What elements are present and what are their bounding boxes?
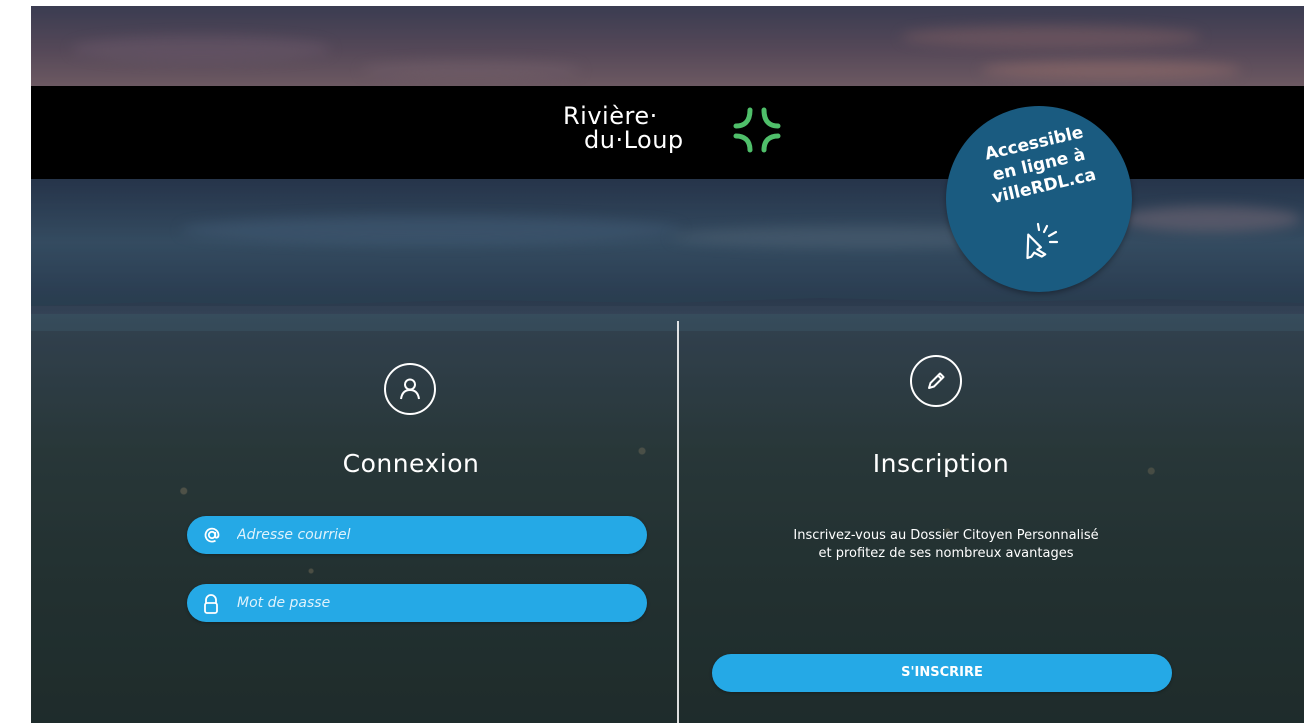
app-frame: Rivière· du·Loup Accessible en ligne à v…: [31, 6, 1304, 723]
password-field[interactable]: [187, 584, 647, 622]
signup-title: Inscription: [872, 449, 1010, 478]
password-input[interactable]: [237, 584, 617, 622]
pencil-icon: [910, 355, 962, 407]
accessible-online-badge[interactable]: Accessible en ligne à villeRDL.ca: [946, 106, 1132, 292]
user-icon: [384, 363, 436, 415]
at-icon: [204, 527, 220, 543]
riviere-du-loup-logo[interactable]: Rivière· du·Loup: [560, 102, 800, 162]
logo-text-line2: du·Loup: [584, 126, 684, 154]
signup-button[interactable]: S'INSCRIRE: [712, 654, 1172, 692]
signup-description: Inscrivez-vous au Dossier Citoyen Person…: [793, 528, 1099, 561]
logo-mark-icon: [733, 107, 781, 153]
panel-divider: [677, 321, 679, 723]
email-field[interactable]: [187, 516, 647, 554]
email-input[interactable]: [237, 516, 617, 554]
lock-icon: [204, 594, 218, 614]
cursor-click-icon: [1026, 222, 1059, 260]
login-title: Connexion: [342, 449, 480, 478]
